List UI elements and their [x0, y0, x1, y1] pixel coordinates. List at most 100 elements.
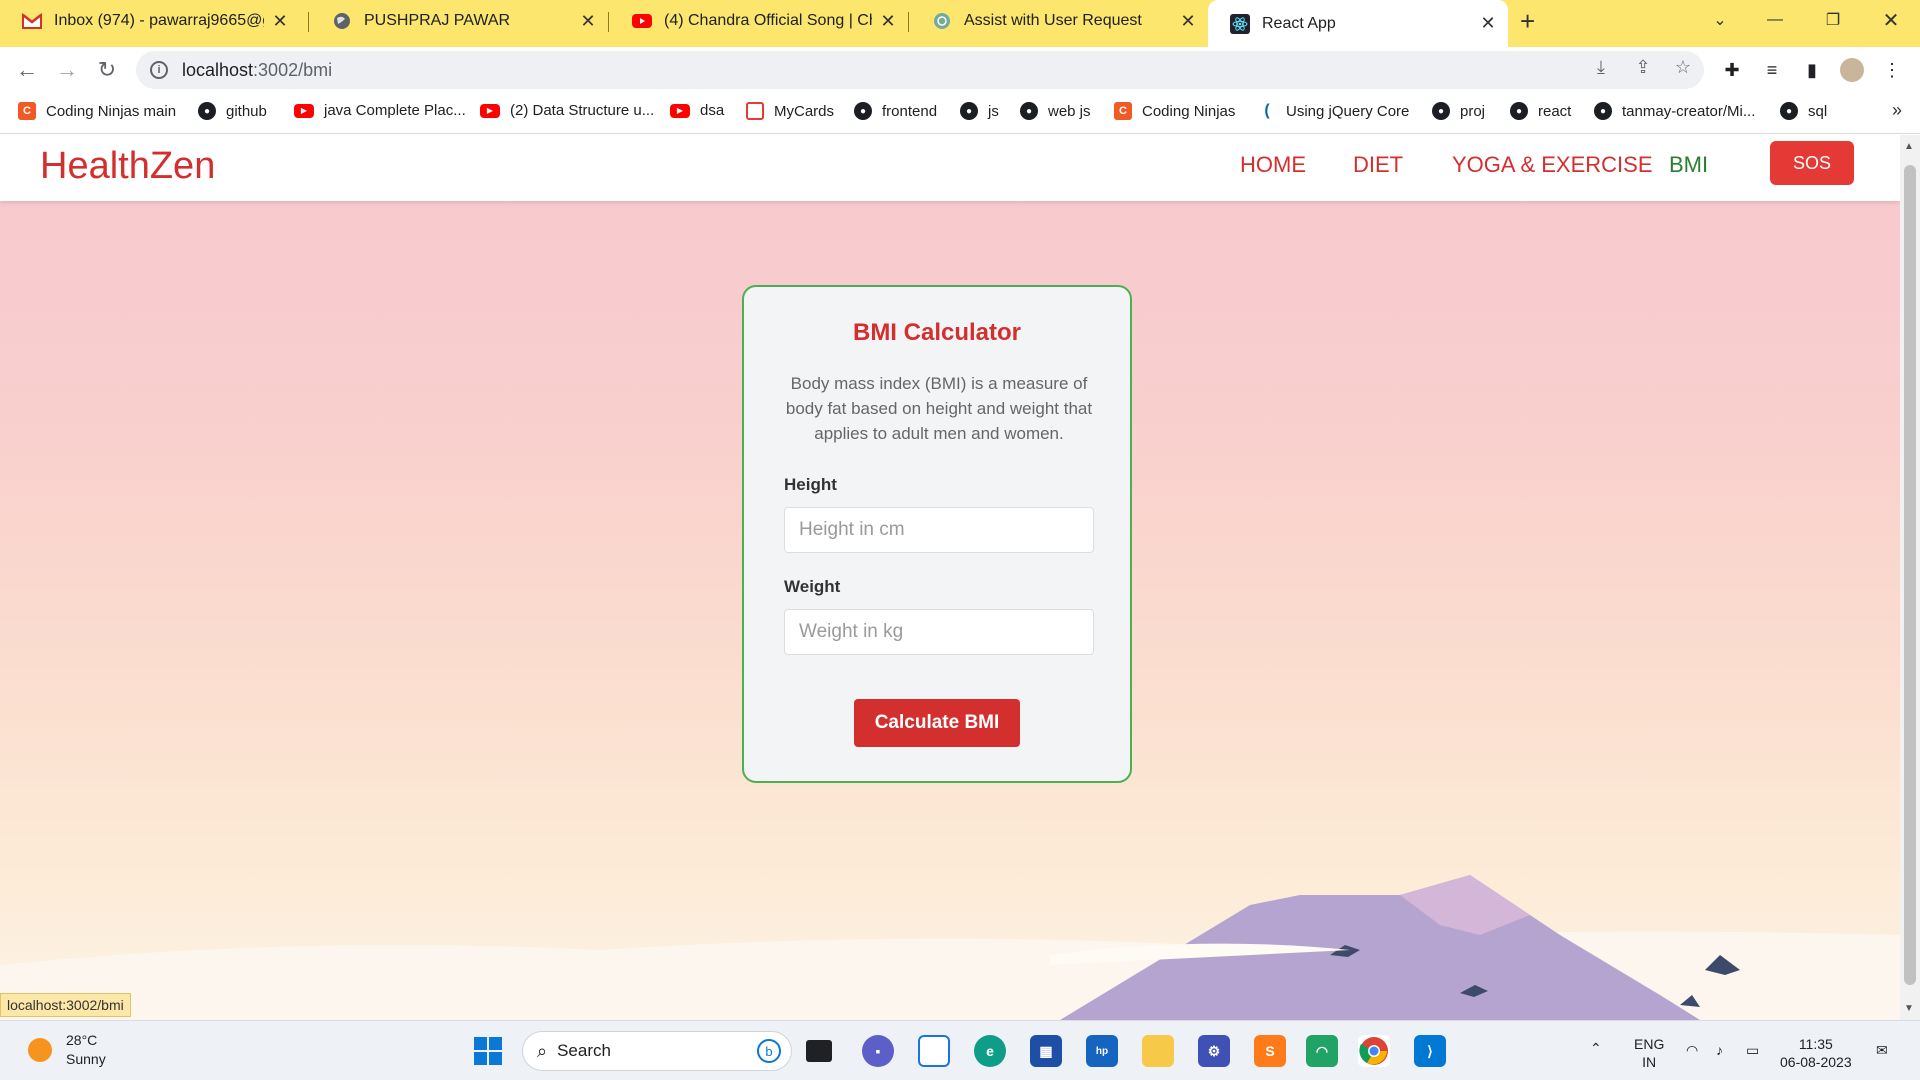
bookmark-item[interactable]: (Using jQuery Core: [1258, 102, 1409, 120]
battery-icon[interactable]: ▭: [1746, 1041, 1759, 1059]
tab-separator: [908, 12, 909, 32]
tab-search-chevron-icon[interactable]: ⌄: [1695, 0, 1745, 40]
menu-kebab-icon[interactable]: ⋮: [1880, 58, 1904, 82]
new-tab-icon[interactable]: +: [1520, 6, 1535, 37]
close-icon[interactable]: ✕: [1178, 11, 1198, 32]
status-bar-url: localhost:3002/bmi: [0, 993, 131, 1017]
close-icon[interactable]: ✕: [578, 11, 598, 32]
tab-youtube[interactable]: (4) Chandra Official Song | Chandramukhi…: [610, 0, 908, 42]
scrollbar-thumb[interactable]: [1904, 165, 1916, 985]
clock[interactable]: 11:35 06-08-2023: [1780, 1035, 1852, 1071]
nav-home[interactable]: HOME: [1240, 152, 1306, 178]
file-explorer-icon[interactable]: [1142, 1035, 1174, 1067]
height-input[interactable]: [784, 507, 1094, 553]
tab-react-app[interactable]: React App ✕: [1208, 0, 1508, 47]
wifi-icon[interactable]: ◠: [1686, 1041, 1698, 1059]
github-icon: ●: [1594, 102, 1612, 120]
bookmark-item[interactable]: ▶ (2) Data Structure u...: [480, 102, 654, 119]
side-panel-icon[interactable]: ▮: [1800, 58, 1824, 82]
bing-icon[interactable]: b: [757, 1039, 781, 1063]
bookmark-item[interactable]: C Coding Ninjas main: [18, 102, 176, 120]
nav-bmi[interactable]: BMI: [1669, 152, 1708, 178]
edge-icon[interactable]: e: [974, 1035, 1006, 1067]
close-window-icon[interactable]: ✕: [1866, 0, 1916, 40]
restore-icon[interactable]: ❐: [1808, 0, 1858, 40]
github-icon: ●: [1020, 102, 1038, 120]
nav-yoga-exercise[interactable]: YOGA & EXERCISE: [1452, 152, 1653, 178]
bookmark-item[interactable]: ● tanmay-creator/Mi...: [1594, 102, 1755, 120]
network-app-icon[interactable]: ⚙: [1198, 1035, 1230, 1067]
scroll-up-icon[interactable]: ▲: [1904, 141, 1914, 152]
bookmark-item[interactable]: ▶ java Complete Plac...: [294, 102, 466, 119]
weather-widget[interactable]: 28°C Sunny: [28, 1031, 106, 1069]
page-scrollbar[interactable]: ▲ ▼: [1900, 135, 1920, 1020]
bookmark-item[interactable]: ● proj: [1432, 102, 1485, 120]
tab-pushpraj[interactable]: PUSHPRAJ PAWAR ✕: [310, 0, 608, 42]
calculate-bmi-button[interactable]: Calculate BMI: [854, 699, 1020, 747]
chrome-icon[interactable]: [1358, 1035, 1390, 1067]
myhp-icon[interactable]: hp: [1086, 1035, 1118, 1067]
forward-icon[interactable]: →: [52, 55, 82, 85]
brand-logo[interactable]: HealthZen: [40, 145, 215, 188]
github-icon: ●: [1510, 102, 1528, 120]
notification-icon[interactable]: ✉: [1876, 1041, 1888, 1059]
close-icon[interactable]: ✕: [270, 11, 290, 32]
github-icon: ●: [960, 102, 978, 120]
bookmark-item[interactable]: ● frontend: [854, 102, 937, 120]
jquery-icon: (: [1264, 102, 1270, 119]
search-icon: ⌕: [537, 1040, 548, 1061]
weather-condition: Sunny: [66, 1051, 106, 1067]
more-bookmarks-icon[interactable]: »: [1892, 100, 1902, 121]
bookmark-item[interactable]: ● js: [960, 102, 999, 120]
install-icon[interactable]: ⤓: [1590, 56, 1612, 78]
show-hidden-icons[interactable]: ⌃: [1590, 1039, 1602, 1057]
profile-avatar[interactable]: [1840, 58, 1864, 82]
tab-gmail[interactable]: Inbox (974) - pawarraj9665@gmail.com ✕: [0, 0, 300, 42]
swiggy-icon[interactable]: S: [1254, 1035, 1286, 1067]
bookmark-item[interactable]: ● github: [198, 102, 267, 120]
extensions-icon[interactable]: ✚: [1720, 58, 1744, 82]
bmi-calculator-card: BMI Calculator Body mass index (BMI) is …: [742, 285, 1132, 783]
bookmark-item[interactable]: ● sql: [1780, 102, 1827, 120]
scroll-down-icon[interactable]: ▼: [1904, 1003, 1914, 1014]
sos-button[interactable]: SOS: [1770, 141, 1854, 185]
bookmark-item[interactable]: C Coding Ninjas: [1114, 102, 1235, 120]
address-bar[interactable]: i localhost:3002/bmi: [136, 51, 1704, 89]
store-icon[interactable]: ▦: [1030, 1035, 1062, 1067]
app-window-icon[interactable]: [918, 1035, 950, 1067]
green-app-icon[interactable]: ◠: [1306, 1035, 1338, 1067]
close-icon[interactable]: ✕: [1478, 13, 1498, 34]
volume-icon[interactable]: ♪: [1716, 1041, 1723, 1059]
tab-separator: [608, 12, 609, 32]
weight-input[interactable]: [784, 609, 1094, 655]
app-navbar: HealthZen HOME DIET YOGA & EXERCISE BMI …: [0, 135, 1900, 201]
youtube-icon: ▶: [670, 103, 690, 118]
media-control-icon[interactable]: ≡: [1760, 58, 1784, 82]
bookmark-item[interactable]: ● web js: [1020, 102, 1091, 120]
gmail-icon: [22, 11, 42, 31]
card-description: Body mass index (BMI) is a measure of bo…: [785, 374, 1093, 443]
nav-diet[interactable]: DIET: [1353, 152, 1403, 178]
taskbar-search[interactable]: ⌕ Search b: [522, 1031, 792, 1071]
card-title: BMI Calculator: [852, 319, 1022, 346]
browser-tab-strip: Inbox (974) - pawarraj9665@gmail.com ✕ P…: [0, 0, 1920, 47]
url-host: localhost: [182, 59, 254, 80]
minimize-icon[interactable]: —: [1750, 0, 1800, 40]
site-info-icon[interactable]: i: [150, 61, 168, 79]
task-view-icon[interactable]: [806, 1040, 832, 1062]
tab-assist[interactable]: Assist with User Request ✕: [910, 0, 1208, 42]
coding-ninjas-icon: C: [1114, 102, 1132, 120]
share-icon[interactable]: ⇪: [1632, 56, 1654, 78]
bookmark-item[interactable]: MyCards: [746, 102, 834, 120]
bookmark-item[interactable]: ▶ dsa: [670, 102, 724, 119]
close-icon[interactable]: ✕: [878, 11, 898, 32]
windows-start-icon[interactable]: [472, 1035, 504, 1067]
reload-icon[interactable]: ↻: [92, 55, 122, 85]
bookmark-item[interactable]: ● react: [1510, 102, 1571, 120]
bookmark-star-icon[interactable]: ☆: [1672, 56, 1694, 78]
vscode-icon[interactable]: ⟩: [1414, 1035, 1446, 1067]
language-indicator[interactable]: ENG IN: [1634, 1035, 1664, 1071]
back-icon[interactable]: ←: [12, 55, 42, 85]
youtube-icon: ▶: [480, 103, 500, 118]
teams-chat-icon[interactable]: ▪: [862, 1035, 894, 1067]
